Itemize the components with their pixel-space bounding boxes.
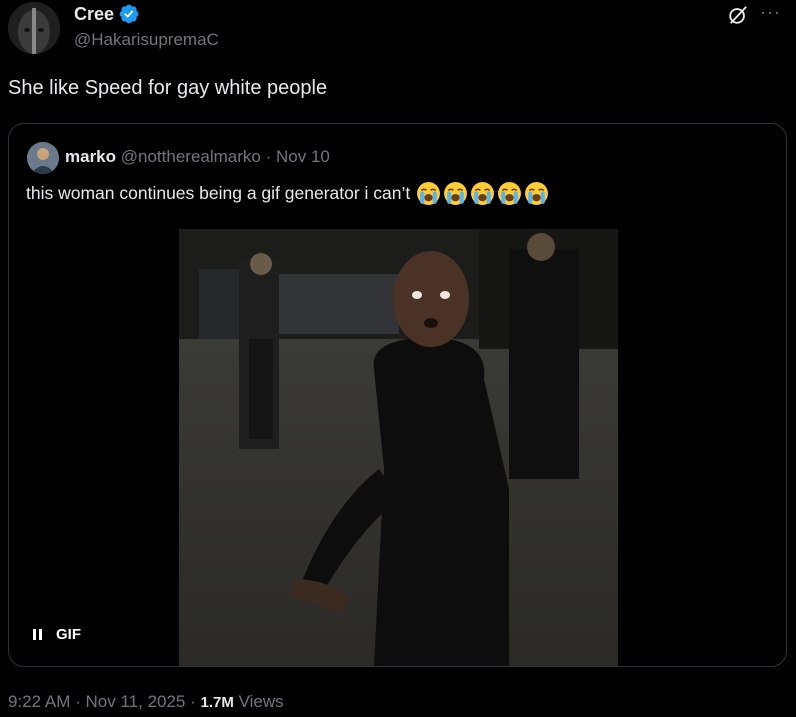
grok-icon[interactable] [727,4,749,26]
author-handle[interactable]: @HakarisupremaC [74,30,219,50]
author-name-row[interactable]: Cree [74,3,140,25]
loudly-crying-face-icon [417,182,441,205]
loudly-crying-face-icon [471,182,495,205]
tweet-text: She like Speed for gay white people [8,77,328,99]
tweet-time[interactable]: 9:22 AM [8,692,70,711]
quoted-header: marko @nottherealmarko · Nov 10 [65,147,330,167]
verified-badge-icon [119,4,139,24]
quoted-date[interactable]: Nov 10 [276,147,330,166]
quoted-avatar-image [27,142,59,174]
loudly-crying-face-icon [498,182,522,205]
loudly-crying-face-icon [444,182,468,205]
author-display-name[interactable]: Cree [74,4,114,25]
emoji-row [416,181,549,206]
quoted-display-name[interactable]: marko [65,147,116,166]
avatar-image [8,2,60,54]
tweet-date[interactable]: Nov 11, 2025 [86,692,186,711]
gif-controls: GIF [33,626,81,643]
quoted-text: this woman continues being a gif generat… [26,183,411,203]
gif-frame-image [179,229,618,666]
footer-separator: · [190,692,196,711]
tweet-page: Cree @HakarisupremaC ··· She like Speed … [0,0,796,717]
quoted-handle[interactable]: @nottherealmarko [121,147,261,166]
quoted-author-avatar[interactable] [27,142,59,174]
views-count[interactable]: 1.7M [201,694,234,711]
views-label: Views [238,692,284,711]
author-avatar[interactable] [8,2,60,54]
gif-media[interactable] [179,229,618,666]
quoted-text-row: this woman continues being a gif generat… [26,181,549,206]
footer-separator: · [75,692,81,711]
quoted-separator: · [265,147,272,166]
gif-badge: GIF [56,626,81,643]
pause-icon[interactable] [33,629,42,640]
quoted-tweet[interactable]: marko @nottherealmarko · Nov 10 this wom… [8,123,787,667]
more-icon[interactable]: ··· [760,2,781,23]
loudly-crying-face-icon [525,182,549,205]
tweet-footer: 9:22 AM · Nov 11, 2025 · 1.7M Views [8,692,284,712]
